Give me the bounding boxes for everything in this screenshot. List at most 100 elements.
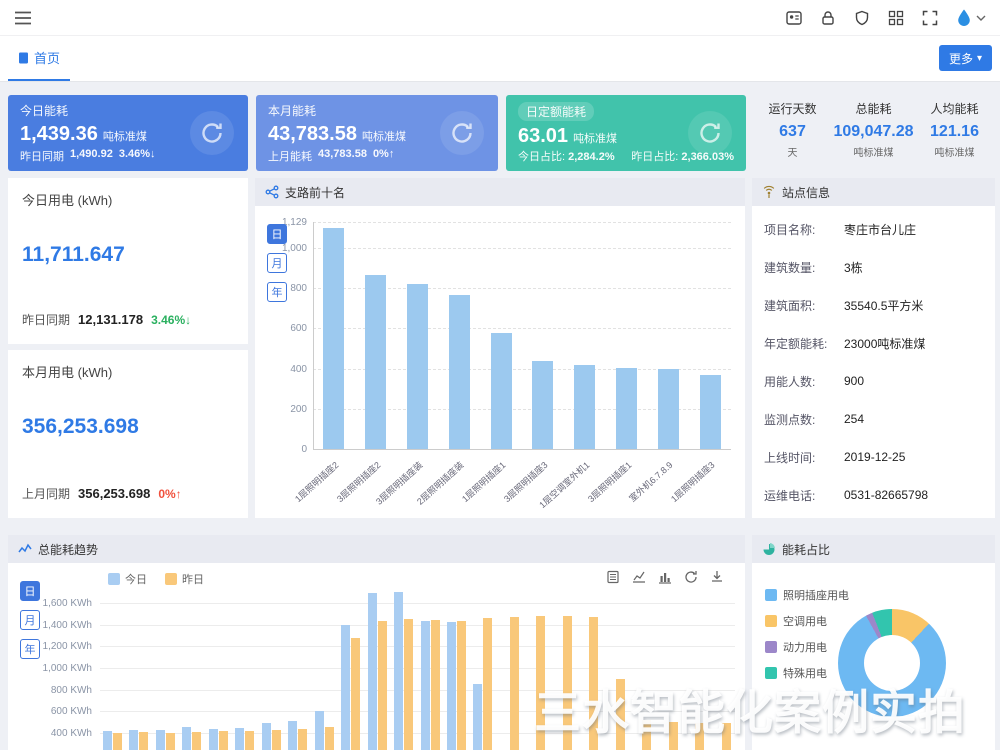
- branch-top10-panel: 支路前十名 日月年 02004006008001,0001,1291层照明插座2…: [255, 178, 745, 518]
- kpi-footer-delta: 3.46%↓: [119, 148, 156, 164]
- lock-button[interactable]: [818, 8, 838, 28]
- site-info-value: 900: [844, 374, 864, 388]
- trend-bar-yesterday: [404, 619, 413, 750]
- card-footer: 昨日同期 12,131.178 3.46%↓: [22, 311, 191, 328]
- download-button[interactable]: [709, 569, 725, 585]
- period-selector: 日月年: [20, 581, 40, 659]
- trend-bar-yesterday: [378, 621, 387, 750]
- more-button[interactable]: 更多 ▾: [939, 45, 992, 71]
- period-month-button[interactable]: 月: [267, 253, 287, 273]
- menu-toggle-button[interactable]: [12, 9, 34, 27]
- kpi-value: 43,783.58: [268, 123, 357, 145]
- period-year-button[interactable]: 年: [20, 639, 40, 659]
- topbar: [0, 0, 1000, 36]
- trend-bar-yesterday: [139, 732, 148, 750]
- energy-dashboard: 首页 更多 ▾ 今日能耗 1,439.36吨标准煤 昨日同期 1,490.92 …: [0, 0, 1000, 750]
- trend-bar-today: [262, 723, 271, 750]
- branch-bar: [616, 368, 637, 449]
- site-info-value: 254: [844, 412, 864, 426]
- y-axis-tick-label: 1,000 KWh: [8, 663, 92, 674]
- period-month-button[interactable]: 月: [20, 610, 40, 630]
- legend-swatch: [765, 667, 777, 679]
- home-tab-icon: [18, 52, 29, 64]
- site-info-row: 监测点数:254: [752, 400, 995, 438]
- branch-bar: [323, 228, 344, 449]
- user-card-button[interactable]: [784, 8, 804, 28]
- branch-bar: [574, 365, 595, 449]
- hamburger-icon: [14, 11, 32, 25]
- bar-chart-switch-button[interactable]: [657, 569, 673, 585]
- branch-bar: [532, 361, 553, 449]
- y-axis-tick-label: 400: [255, 364, 307, 375]
- branch-bar: [700, 375, 721, 449]
- trend-bar-yesterday: [589, 617, 598, 750]
- site-info-value: 23000吨标准煤: [844, 335, 925, 352]
- refresh-icon: [684, 570, 698, 584]
- site-info-row: 建筑数量:3栋: [752, 248, 995, 286]
- card-footer: 上月同期 356,253.698 0%↑: [22, 485, 182, 502]
- site-info-row: 用能人数:900: [752, 362, 995, 400]
- kpi-footer-label: 上月能耗: [268, 148, 312, 164]
- site-info-label: 建筑面积:: [764, 297, 844, 314]
- data-view-icon: [606, 570, 620, 584]
- trend-bar-yesterday: [616, 679, 625, 750]
- legend-item[interactable]: 动力用电: [765, 639, 849, 655]
- gridline: [100, 625, 735, 626]
- site-info-value: 35540.5平方米: [844, 297, 923, 314]
- site-info-value: 枣庄市台儿庄: [844, 221, 916, 238]
- site-info-label: 建筑数量:: [764, 259, 844, 276]
- site-info-row: 上线时间:2019-12-25: [752, 438, 995, 476]
- x-axis-tick-label: 室外机6.7.8.9: [626, 458, 675, 504]
- trend-bar-today: [182, 727, 191, 750]
- tab-home[interactable]: 首页: [8, 36, 70, 81]
- kpi-unit: 吨标准煤: [362, 131, 406, 143]
- data-view-button[interactable]: [605, 569, 621, 585]
- gridline: [100, 711, 735, 712]
- trend-bar-yesterday: [192, 732, 201, 750]
- stat-label: 总能耗: [833, 100, 914, 117]
- legend-item[interactable]: 特殊用电: [765, 665, 849, 681]
- branch-bar: [491, 333, 512, 449]
- period-day-button[interactable]: 日: [20, 581, 40, 601]
- signal-icon-svg: [762, 185, 776, 199]
- trend-bar-today: [288, 721, 297, 750]
- footer-delta: 3.46%↓: [151, 313, 191, 327]
- refresh-button[interactable]: [683, 569, 699, 585]
- legend-item[interactable]: 昨日: [165, 571, 204, 587]
- legend-item[interactable]: 空调用电: [765, 613, 849, 629]
- user-menu-button[interactable]: [954, 6, 988, 29]
- sync-badge: [688, 111, 732, 155]
- trend-bar-yesterday: [722, 723, 731, 750]
- stat-unit: 吨标准煤: [914, 144, 995, 159]
- trend-bar-yesterday: [113, 733, 122, 750]
- period-day-button[interactable]: 日: [267, 224, 287, 244]
- period-selector: 日月年: [267, 224, 287, 302]
- branch-bar: [449, 295, 470, 449]
- trend-bar-today: [156, 730, 165, 750]
- site-info-value: 3栋: [844, 259, 863, 276]
- grid-button[interactable]: [886, 8, 906, 28]
- trend-bar-yesterday: [245, 731, 254, 750]
- energy-share-panel: 能耗占比 照明插座用电空调用电动力用电特殊用电: [752, 535, 995, 750]
- trend-bar-yesterday: [695, 723, 704, 750]
- legend-item[interactable]: 今日: [108, 571, 147, 587]
- trend-bar-today: [315, 711, 324, 750]
- period-year-button[interactable]: 年: [267, 282, 287, 302]
- trend-bar-today: [235, 728, 244, 750]
- sync-badge: [440, 111, 484, 155]
- y-axis-tick-label: 400 KWh: [8, 728, 92, 739]
- line-chart-switch-button[interactable]: [631, 569, 647, 585]
- trend-legend: 今日 昨日: [108, 571, 204, 587]
- month-electricity-card: 本月用电 (kWh) 356,253.698 上月同期 356,253.698 …: [8, 350, 248, 518]
- trend-bar-yesterday: [536, 616, 545, 750]
- legend-item[interactable]: 照明插座用电: [765, 587, 849, 603]
- site-info-value: 0531-82665798: [844, 488, 928, 502]
- download-icon: [710, 570, 724, 584]
- trend-bar-yesterday: [457, 621, 466, 750]
- footer-label: 上月同期: [22, 485, 70, 502]
- gridline: [100, 668, 735, 669]
- fullscreen-button[interactable]: [920, 8, 940, 28]
- site-info-label: 监测点数:: [764, 411, 844, 428]
- shield-button[interactable]: [852, 8, 872, 28]
- site-info-row: 年定额能耗:23000吨标准煤: [752, 324, 995, 362]
